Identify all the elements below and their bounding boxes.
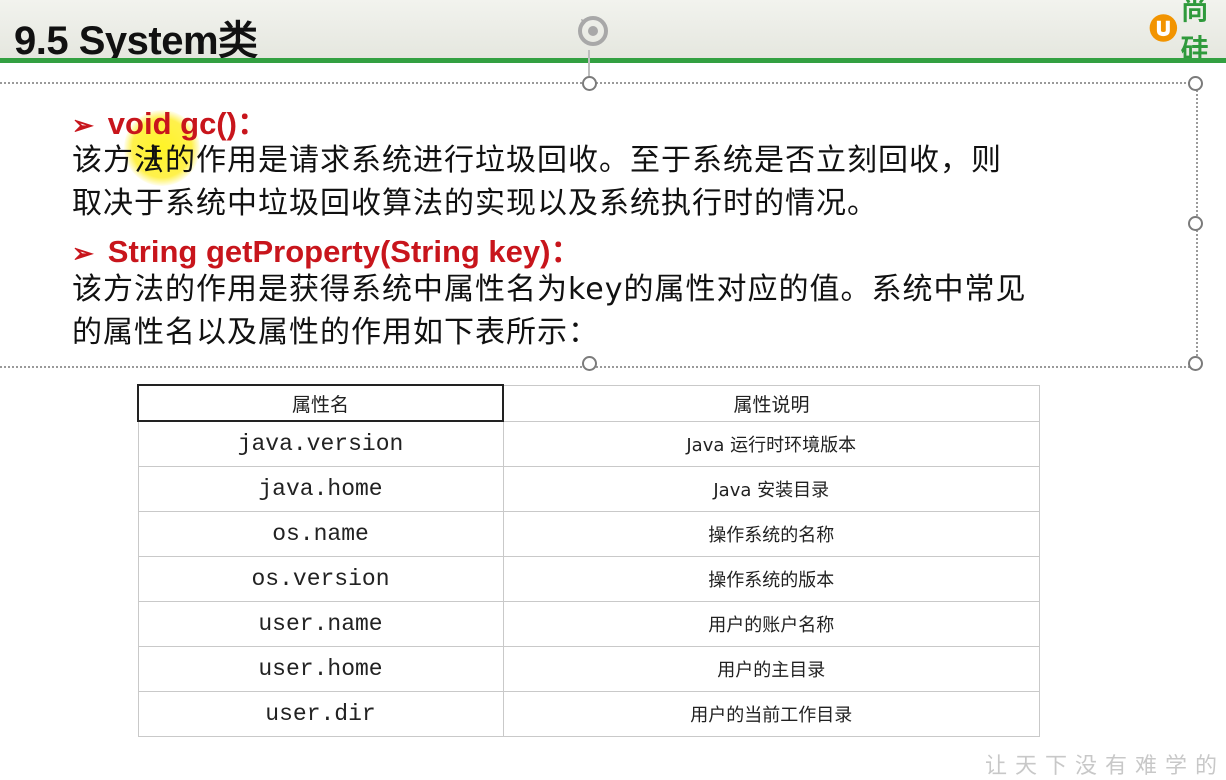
text-cursor-icon: I: [150, 140, 162, 173]
resize-handle-top-right[interactable]: [1188, 76, 1203, 91]
bullet-gc: ➢ void gc()：: [72, 98, 268, 143]
property-key: user.home: [137, 646, 504, 692]
paragraph-line: 的属性名以及属性的作用如下表所示：: [72, 315, 599, 350]
table-row: user.dir 用户的当前工作目录: [137, 691, 1040, 737]
property-description: 用户的当前工作目录: [502, 691, 1040, 737]
table-row: os.version 操作系统的版本: [137, 556, 1040, 602]
property-key: os.version: [137, 556, 504, 602]
property-key: user.dir: [137, 691, 504, 737]
table-row: java.version Java 运行时环境版本: [137, 420, 1040, 467]
slide-header: 9.5 System类 尚硅: [0, 0, 1226, 66]
arrow-bullet-icon: ➢: [72, 238, 94, 268]
column-header-name: 属性名: [137, 384, 504, 422]
resize-handle-bottom[interactable]: [582, 356, 597, 371]
table-row: os.name 操作系统的名称: [137, 511, 1040, 557]
paragraph-line: 该方法的作用是获得系统中属性名为key的属性对应的值。系统中常见: [72, 272, 1027, 307]
paragraph-line: 取决于系统中垃圾回收算法的实现以及系统执行时的情况。: [72, 186, 878, 221]
resize-handle-bottom-right[interactable]: [1188, 356, 1203, 371]
arrow-bullet-icon: ➢: [72, 110, 94, 140]
property-description: Java 安装目录: [502, 466, 1040, 512]
paragraph-line: 该方法的作用是请求系统进行垃圾回收。至于系统是否立刻回收，则: [72, 143, 1002, 178]
property-key: user.name: [137, 601, 504, 647]
property-description: Java 运行时环境版本: [502, 420, 1040, 467]
paragraph-gc: 该方法的作用是请求系统进行垃圾回收。至于系统是否立刻回收，则 取决于系统中垃圾回…: [72, 139, 1002, 225]
property-key: java.home: [137, 466, 504, 512]
footer-watermark: 让天下没有难学的: [985, 754, 1226, 779]
property-description: 操作系统的名称: [502, 511, 1040, 557]
method-signature: void gc()：: [107, 106, 268, 141]
column-header-description: 属性说明: [502, 384, 1040, 422]
bullet-getproperty: ➢ String getProperty(String key)：: [72, 226, 581, 271]
table-row: user.name 用户的账户名称: [137, 601, 1040, 647]
property-key: java.version: [137, 420, 504, 467]
resize-handle-right[interactable]: [1188, 216, 1203, 231]
property-description: 操作系统的版本: [502, 556, 1040, 602]
header-divider: [0, 58, 1226, 63]
method-signature: String getProperty(String key)：: [107, 234, 582, 269]
table-row: user.home 用户的主目录: [137, 646, 1040, 692]
rotate-connector: [588, 50, 590, 76]
property-table: 属性名 属性说明 java.version Java 运行时环境版本 java.…: [137, 384, 1040, 737]
property-key: os.name: [137, 511, 504, 557]
property-description: 用户的主目录: [502, 646, 1040, 692]
table-row: java.home Java 安装目录: [137, 466, 1040, 512]
logo-mark-icon: [1149, 14, 1178, 42]
resize-handle-top[interactable]: [582, 76, 597, 91]
table-header-row: 属性名 属性说明: [137, 384, 1040, 422]
brand-logo: 尚硅: [1148, 0, 1226, 66]
rotate-handle-icon[interactable]: [573, 11, 613, 51]
property-description: 用户的账户名称: [502, 601, 1040, 647]
paragraph-getproperty: 该方法的作用是获得系统中属性名为key的属性对应的值。系统中常见 的属性名以及属…: [72, 268, 1027, 354]
